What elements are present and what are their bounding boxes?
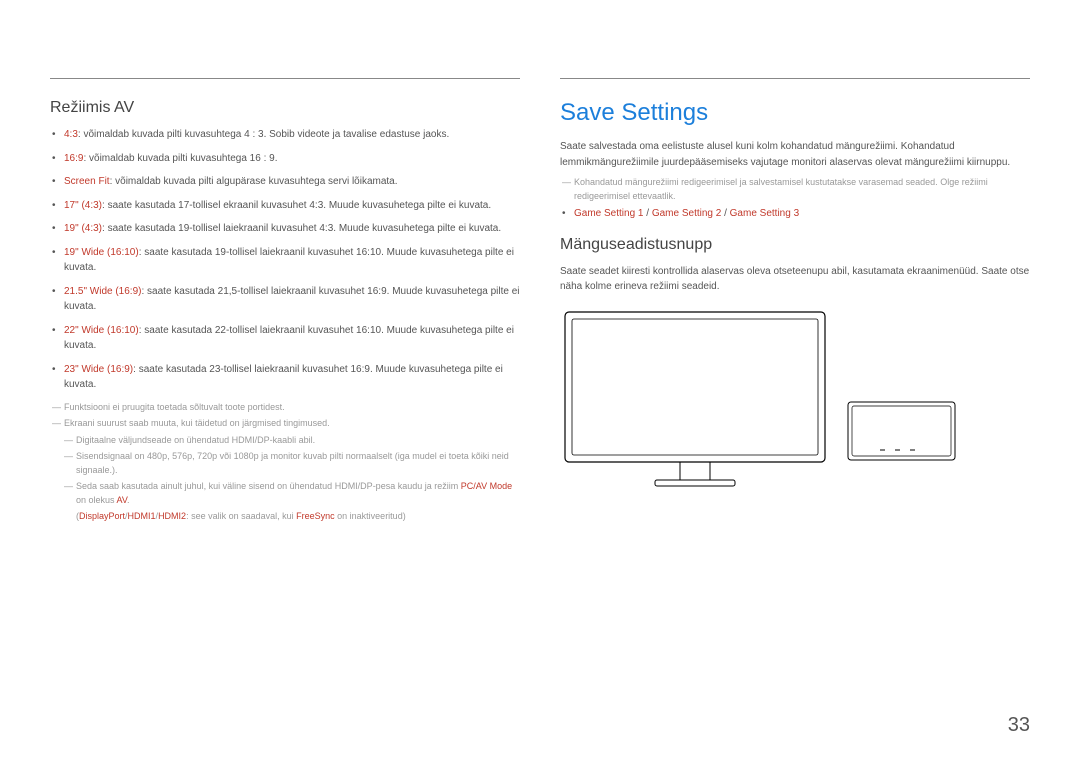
list-item: 19" Wide (16:10): saate kasutada 19-toll… bbox=[64, 245, 520, 276]
list-item: 21.5" Wide (16:9): saate kasutada 21,5-t… bbox=[64, 284, 520, 315]
right-heading: Save Settings bbox=[560, 99, 1030, 127]
page-number: 33 bbox=[1008, 714, 1030, 737]
list-item: Game Setting 1 / Game Setting 2 / Game S… bbox=[574, 206, 1030, 222]
list-item: Screen Fit: võimaldab kuvada pilti algup… bbox=[64, 174, 520, 190]
game-settings-list: Game Setting 1 / Game Setting 2 / Game S… bbox=[560, 206, 1030, 222]
left-column: Režiimis AV 4:3: võimaldab kuvada pilti … bbox=[50, 78, 520, 733]
save-description: Saate salvestada oma eelistuste alusel k… bbox=[560, 139, 1030, 170]
sub-heading: Mänguseadistusnupp bbox=[560, 236, 1030, 254]
list-item: 4:3: võimaldab kuvada pilti kuvasuhtega … bbox=[64, 127, 520, 143]
list-item: 17" (4:3): saate kasutada 17-tollisel ek… bbox=[64, 198, 520, 214]
footnotes: ―Funktsiooni ei pruugita toetada sõltuva… bbox=[50, 401, 520, 524]
list-item: 16:9: võimaldab kuvada pilti kuvasuhtega… bbox=[64, 151, 520, 167]
monitor-icon bbox=[560, 307, 960, 497]
list-item: 23" Wide (16:9): saate kasutada 23-tolli… bbox=[64, 362, 520, 393]
mode-list: 4:3: võimaldab kuvada pilti kuvasuhtega … bbox=[50, 127, 520, 393]
left-heading: Režiimis AV bbox=[50, 99, 520, 117]
monitor-illustration bbox=[560, 307, 1030, 502]
right-column: Save Settings Saate salvestada oma eelis… bbox=[560, 78, 1030, 733]
list-item: 22" Wide (16:10): saate kasutada 22-toll… bbox=[64, 323, 520, 354]
button-description: Saate seadet kiiresti kontrollida alaser… bbox=[560, 264, 1030, 295]
list-item: 19" (4:3): saate kasutada 19-tollisel la… bbox=[64, 221, 520, 237]
save-note: ―Kohandatud mängurežiimi redigeerimisel … bbox=[560, 176, 1030, 203]
